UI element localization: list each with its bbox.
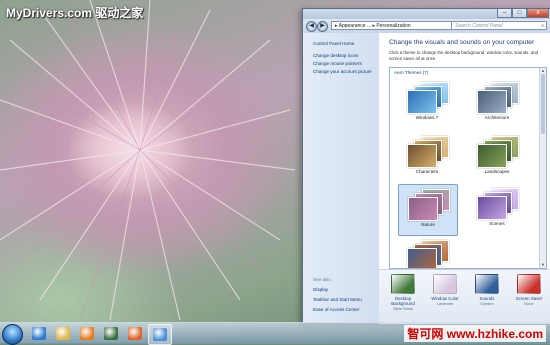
breadcrumb[interactable]: ▸ Appearance ... ▸ Personalization	[331, 21, 471, 30]
control-panel-home-link[interactable]: Control Panel Home	[313, 41, 354, 46]
setting-value: Lavender	[436, 301, 454, 306]
display-link[interactable]: Display	[313, 287, 328, 292]
watermark-bottom: 智可网 www.hzhike.com	[404, 325, 546, 342]
search-input[interactable]: Search Control Panel ⌕	[451, 21, 547, 30]
scroll-thumb[interactable]	[541, 74, 545, 134]
screen-saver-button[interactable]: Screen Saver None	[509, 274, 549, 306]
minimize-button[interactable]: –	[497, 9, 512, 18]
theme-item[interactable]: Characters	[398, 132, 456, 182]
change-desktop-icons-link[interactable]: Change desktop icons	[313, 53, 358, 58]
control-panel-icon	[153, 328, 167, 341]
window-color-button[interactable]: Window Color Lavender	[425, 274, 465, 306]
theme-list-scrollbar[interactable]: ▲ ▼	[539, 68, 546, 268]
back-arrow-icon[interactable]: ◀	[306, 21, 317, 32]
theme-label: Nature	[421, 222, 435, 227]
theme-thumbnail-card	[477, 90, 507, 114]
desktop-background-icon	[391, 274, 415, 294]
setting-label: Desktop Background	[391, 296, 415, 306]
address-bar-row: ◀ ▶ ▸ Appearance ... ▸ Personalization S…	[303, 19, 550, 33]
firefox-icon	[128, 327, 142, 340]
maximize-button[interactable]: □	[512, 9, 527, 18]
theme-label: Characters	[415, 169, 439, 174]
theme-thumbnail	[408, 189, 450, 221]
theme-item[interactable]: Landscapes	[468, 132, 526, 182]
media-center-icon	[104, 327, 118, 340]
setting-value: Slide Show	[392, 306, 413, 311]
desktop-background-button[interactable]: Desktop Background Slide Show	[383, 274, 423, 311]
change-mouse-pointers-link[interactable]: Change mouse pointers	[313, 61, 362, 66]
change-account-picture-link[interactable]: Change your account picture	[313, 69, 372, 74]
screen-saver-icon	[517, 274, 541, 294]
theme-item[interactable]: Windows 7	[398, 78, 456, 128]
theme-label: Architecture	[484, 115, 510, 120]
taskbar-button[interactable]	[148, 324, 172, 345]
ease-of-access-link[interactable]: Ease of Access Center	[313, 307, 359, 312]
theme-label: Landscapes	[484, 169, 510, 174]
theme-thumbnail-card	[407, 144, 437, 168]
internet-explorer-icon	[32, 327, 46, 340]
setting-value: Garden	[480, 301, 494, 306]
theme-thumbnail	[407, 82, 449, 114]
theme-thumbnail-card	[477, 196, 507, 220]
theme-label: Windows 7	[415, 115, 439, 120]
sounds-button[interactable]: Sounds Garden	[467, 274, 507, 306]
theme-item[interactable]: Nature	[398, 184, 458, 236]
theme-label: Scenes	[489, 221, 505, 226]
theme-item[interactable]: Scenes	[468, 184, 526, 234]
theme-thumbnail	[477, 82, 519, 114]
theme-thumbnail	[407, 136, 449, 168]
media-player-icon	[80, 327, 94, 340]
window-color-icon	[433, 274, 457, 294]
taskbar-start-menu-link[interactable]: Taskbar and Start Menu	[313, 297, 362, 302]
theme-thumbnail	[477, 188, 519, 220]
main-content: Change the visuals and sounds on your co…	[379, 33, 550, 324]
close-button[interactable]: x	[527, 9, 549, 18]
theme-thumbnail-card	[407, 90, 437, 114]
aero-themes-heading: Aero Themes (7)	[394, 70, 429, 75]
search-placeholder: Search Control Panel	[455, 23, 503, 29]
watermark-top: MyDrivers.com 驱动之家	[6, 6, 144, 20]
task-pane: Control Panel Home Change desktop icons …	[303, 33, 379, 323]
personalization-window[interactable]: – □ x ◀ ▶ ▸ Appearance ... ▸ Personaliza…	[302, 8, 550, 324]
taskbar-button[interactable]	[52, 324, 74, 343]
windows-explorer-icon	[56, 327, 70, 340]
page-title: Change the visuals and sounds on your co…	[389, 39, 535, 46]
window-controls: – □ x	[497, 9, 549, 18]
theme-item[interactable]: United States	[398, 236, 456, 268]
theme-thumbnail-card	[408, 197, 438, 221]
taskbar-button[interactable]	[100, 324, 122, 343]
theme-settings-bar: Desktop Background Slide Show Window Color…	[379, 269, 550, 324]
forward-arrow-icon[interactable]: ▶	[317, 21, 328, 32]
taskbar-button[interactable]	[28, 324, 50, 343]
taskbar-button[interactable]	[124, 324, 146, 343]
scroll-down-icon[interactable]: ▼	[540, 262, 546, 268]
see-also-heading: See also	[313, 277, 331, 282]
theme-thumbnail	[477, 136, 519, 168]
search-icon[interactable]: ⌕	[541, 22, 544, 31]
theme-thumbnail-card	[407, 248, 437, 268]
sounds-icon	[475, 274, 499, 294]
theme-list[interactable]: Aero Themes (7) Windows 7 Architecture Cha…	[389, 67, 547, 269]
theme-item[interactable]: Architecture	[468, 78, 526, 128]
taskbar-button[interactable]	[76, 324, 98, 343]
title-bar[interactable]: – □ x	[303, 9, 550, 19]
start-button[interactable]	[2, 324, 23, 345]
page-description: Click a theme to change the desktop back…	[389, 50, 539, 61]
setting-value: None	[524, 301, 534, 306]
theme-thumbnail	[407, 240, 449, 268]
theme-thumbnail-card	[477, 144, 507, 168]
